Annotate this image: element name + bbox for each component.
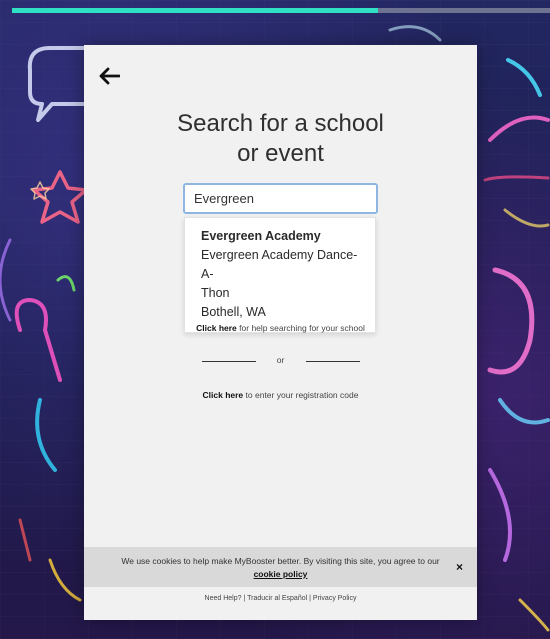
need-help-link[interactable]: Need Help?	[205, 595, 242, 602]
result-school-name: Evergreen Academy	[201, 229, 321, 243]
result-location: Bothell, WA	[201, 305, 266, 319]
cookie-message: We use cookies to help make MyBooster be…	[121, 556, 440, 566]
translate-spanish-link[interactable]: Traducir al Español	[247, 595, 307, 602]
school-search-input[interactable]	[183, 183, 378, 214]
divider-or-text: or	[276, 355, 285, 365]
footer-links: Need Help? | Traducir al Español | Priva…	[84, 595, 477, 602]
result-event-line-2: Thon	[201, 286, 230, 300]
page-title-line-2: or event	[237, 140, 324, 167]
help-search-rest: for help searching for your school	[236, 323, 365, 333]
divider-line-right	[306, 361, 360, 362]
privacy-policy-link[interactable]: Privacy Policy	[313, 595, 357, 602]
cookie-banner: We use cookies to help make MyBooster be…	[84, 547, 477, 587]
cookie-policy-link[interactable]: cookie policy	[84, 568, 477, 581]
progress-bar-fill	[12, 8, 378, 13]
registration-code-rest: to enter your registration code	[243, 390, 359, 400]
or-divider: or	[84, 355, 477, 367]
page-title: Search for a school or event	[84, 109, 477, 169]
close-icon[interactable]: ×	[456, 561, 463, 574]
registration-code-link[interactable]: Click here	[203, 390, 244, 400]
page-title-line-1: Search for a school	[177, 110, 384, 137]
search-result-item[interactable]: Evergreen Academy Evergreen Academy Danc…	[184, 217, 376, 333]
result-event-line-1: Evergreen Academy Dance-A-	[201, 248, 358, 281]
back-arrow-icon[interactable]	[98, 67, 120, 85]
search-card: Search for a school or event Evergreen A…	[84, 45, 477, 620]
registration-code-text: Click here to enter your registration co…	[84, 390, 477, 400]
help-search-link[interactable]: Click here	[196, 323, 237, 333]
help-search-text: Click here for help searching for your s…	[84, 323, 477, 333]
progress-bar	[12, 8, 550, 13]
